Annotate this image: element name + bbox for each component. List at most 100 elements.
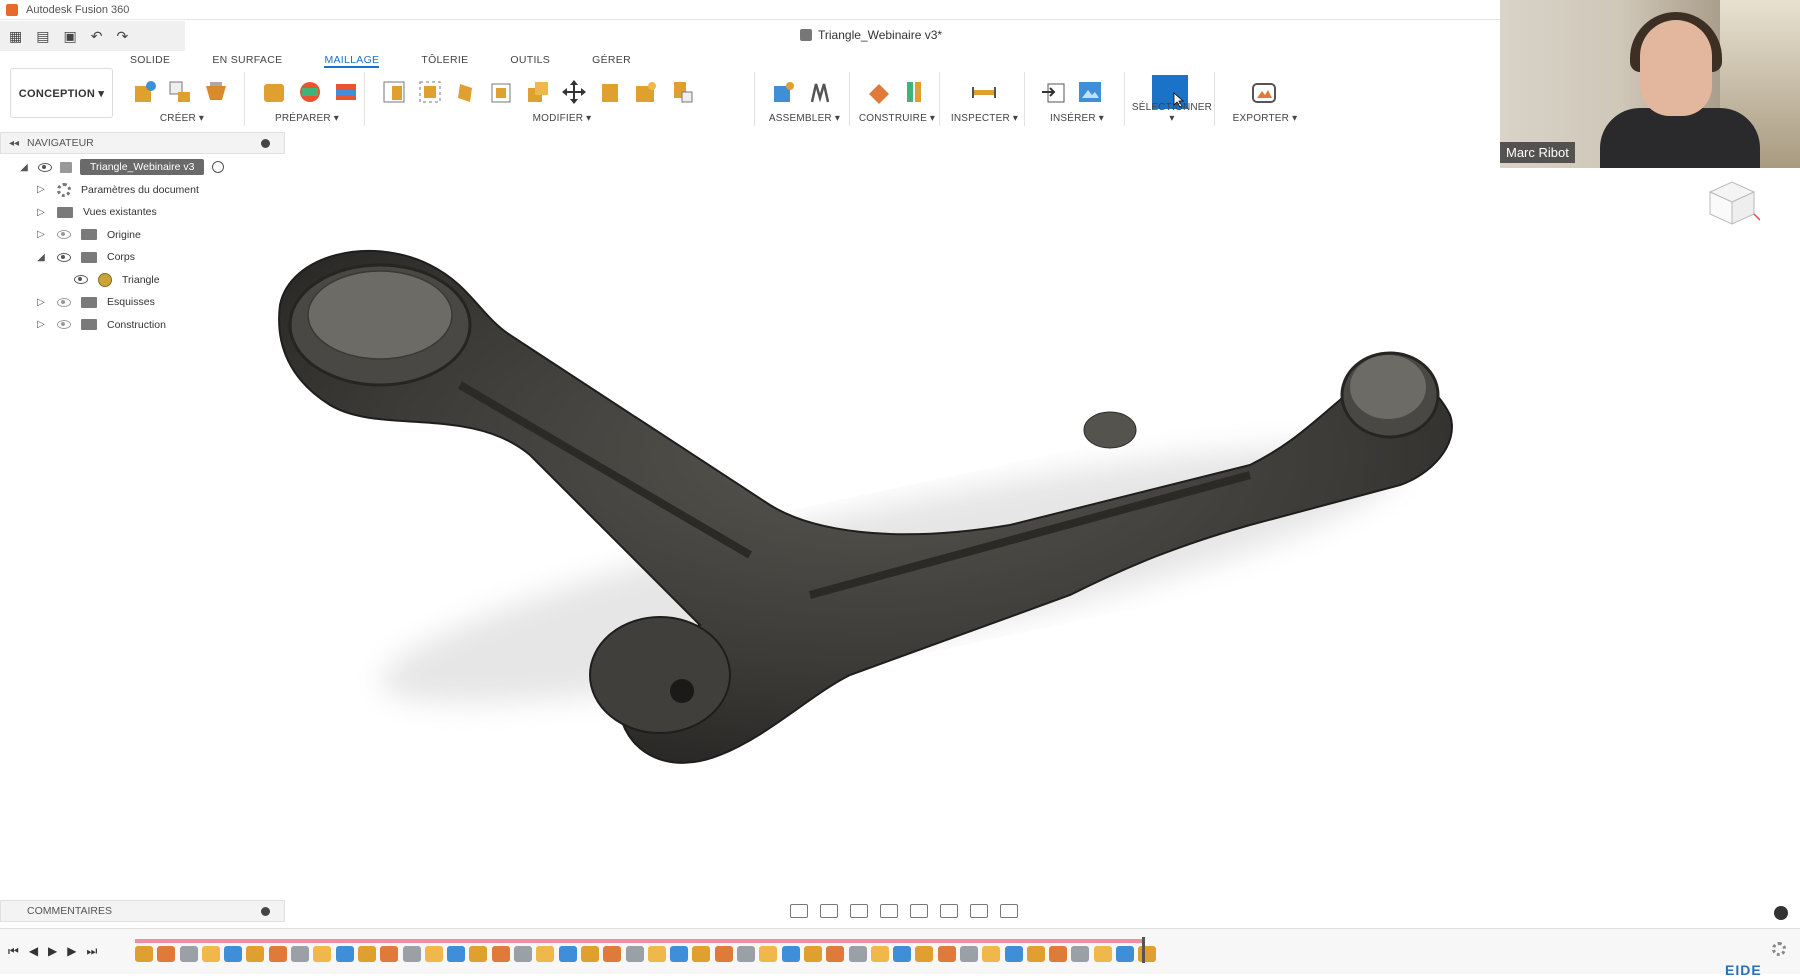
group-prepare-label[interactable]: PRÉPARER ▾ xyxy=(250,113,364,124)
camera-toggle-icon[interactable] xyxy=(1774,906,1788,920)
zoom-icon[interactable] xyxy=(880,904,898,918)
document-tab[interactable]: Triangle_Webinaire v3* xyxy=(800,28,942,42)
orbit-icon[interactable] xyxy=(790,904,808,918)
pan-icon[interactable] xyxy=(850,904,868,918)
activate-radio-icon[interactable] xyxy=(212,161,225,174)
group-construct-label[interactable]: CONSTRUIRE ▾ xyxy=(855,113,939,124)
tree-item-sketches[interactable]: ▷ Esquisses xyxy=(0,291,290,314)
plane-at-angle-icon[interactable] xyxy=(901,78,929,106)
expand-root-icon[interactable]: ◢ xyxy=(18,162,30,173)
app-grid-icon[interactable]: ▦ xyxy=(9,29,22,43)
timeline-feature-icon[interactable] xyxy=(536,946,555,962)
timeline-feature-icon[interactable] xyxy=(268,946,287,962)
step-forward-icon[interactable]: ▶ xyxy=(67,944,76,959)
group-select-label[interactable]: SÉLECTIONNER ▾ xyxy=(1130,102,1214,124)
timeline-feature-icon[interactable] xyxy=(1026,946,1045,962)
tab-en-surface[interactable]: EN SURFACE xyxy=(212,52,282,68)
group-modify-label[interactable]: MODIFIER ▾ xyxy=(370,113,754,124)
timeline-feature-icon[interactable] xyxy=(291,946,310,962)
expand-icon[interactable]: ▷ xyxy=(35,319,47,330)
tab-gerer[interactable]: GÉRER xyxy=(592,52,631,68)
timeline-feature-icon[interactable] xyxy=(380,946,399,962)
plane-cut-icon[interactable] xyxy=(332,78,360,106)
canvas-viewport[interactable] xyxy=(250,155,1650,895)
save-icon[interactable]: ▣ xyxy=(63,29,76,43)
timeline-feature-icon[interactable] xyxy=(826,946,845,962)
timeline-feature-icon[interactable] xyxy=(603,946,622,962)
timeline-feature-icon[interactable] xyxy=(670,946,689,962)
add-comment-icon[interactable] xyxy=(261,907,270,916)
timeline-feature-icon[interactable] xyxy=(915,946,934,962)
group-create-label[interactable]: CRÉER ▾ xyxy=(120,113,244,124)
timeline-feature-icon[interactable] xyxy=(514,946,533,962)
expand-icon[interactable]: ▷ xyxy=(35,229,47,240)
move-copy-icon[interactable] xyxy=(560,78,588,106)
timeline-feature-icon[interactable] xyxy=(647,946,666,962)
visibility-eye-icon[interactable] xyxy=(57,230,71,240)
tree-item-construction[interactable]: ▷ Construction xyxy=(0,314,290,337)
timeline-feature-icon[interactable] xyxy=(937,946,956,962)
display-settings-icon[interactable] xyxy=(940,904,958,918)
visibility-eye-icon[interactable] xyxy=(38,162,52,172)
tab-outils[interactable]: OUTILS xyxy=(510,52,550,68)
go-to-end-icon[interactable]: ⏭ xyxy=(87,944,98,959)
timeline-feature-icon[interactable] xyxy=(893,946,912,962)
timeline-feature-icon[interactable] xyxy=(179,946,198,962)
insert-canvas-icon[interactable] xyxy=(1076,78,1104,106)
collapse-icon[interactable]: ◢ xyxy=(35,252,47,263)
insert-mesh-icon[interactable] xyxy=(1040,78,1068,106)
go-to-start-icon[interactable]: ⏮ xyxy=(8,944,19,959)
tree-item-origin[interactable]: ▷ Origine xyxy=(0,224,290,247)
combine-icon[interactable] xyxy=(524,78,552,106)
group-insert-label[interactable]: INSÉRER ▾ xyxy=(1030,113,1124,124)
smooth-icon[interactable] xyxy=(632,78,660,106)
timeline-feature-icon[interactable] xyxy=(959,946,978,962)
group-assemble-label[interactable]: ASSEMBLER ▾ xyxy=(760,113,849,124)
settings-gear-icon[interactable] xyxy=(1772,942,1786,956)
export-icon[interactable] xyxy=(1250,78,1278,106)
timeline-feature-icon[interactable] xyxy=(201,946,220,962)
offset-plane-icon[interactable] xyxy=(865,78,893,106)
create-form-icon[interactable] xyxy=(130,78,158,106)
timeline-feature-icon[interactable] xyxy=(692,946,711,962)
timeline-feature-icon[interactable] xyxy=(357,946,376,962)
generate-face-groups-icon[interactable] xyxy=(296,78,324,106)
file-menu-icon[interactable]: ▤ xyxy=(36,29,49,43)
timeline-feature-icon[interactable] xyxy=(1093,946,1112,962)
timeline-feature-icon[interactable] xyxy=(737,946,756,962)
comments-panel-header[interactable]: COMMENTAIRES xyxy=(0,900,285,922)
timeline-feature-icon[interactable] xyxy=(447,946,466,962)
undo-icon[interactable]: ↶ xyxy=(91,29,103,43)
create-primitive-icon[interactable] xyxy=(166,78,194,106)
group-inspect-label[interactable]: INSPECTER ▾ xyxy=(945,113,1024,124)
visibility-eye-icon[interactable] xyxy=(57,252,71,262)
remesh-icon[interactable] xyxy=(380,78,408,106)
expand-icon[interactable]: ▷ xyxy=(35,207,47,218)
timeline-feature-icon[interactable] xyxy=(1071,946,1090,962)
tree-item-document-settings[interactable]: ▷ Paramètres du document xyxy=(0,179,290,202)
new-component-icon[interactable] xyxy=(770,78,798,106)
timeline-feature-icon[interactable] xyxy=(224,946,243,962)
repair-mesh-icon[interactable] xyxy=(260,78,288,106)
play-icon[interactable]: ▶ xyxy=(48,944,57,959)
tree-root[interactable]: ◢ Triangle_Webinaire v3 xyxy=(0,156,290,179)
fit-icon[interactable] xyxy=(910,904,928,918)
timeline-feature-icon[interactable] xyxy=(781,946,800,962)
reverse-normal-icon[interactable] xyxy=(668,78,696,106)
timeline-feature-icon[interactable] xyxy=(759,946,778,962)
viewports-icon[interactable] xyxy=(1000,904,1018,918)
timeline-feature-icon[interactable] xyxy=(714,946,733,962)
timeline-feature-icon[interactable] xyxy=(313,946,332,962)
timeline-feature-icon[interactable] xyxy=(982,946,1001,962)
group-export-label[interactable]: EXPORTER ▾ xyxy=(1220,113,1310,124)
timeline-feature-icon[interactable] xyxy=(469,946,488,962)
reduce-icon[interactable] xyxy=(416,78,444,106)
timeline-feature-icon[interactable] xyxy=(1004,946,1023,962)
look-at-icon[interactable] xyxy=(820,904,838,918)
erase-fill-icon[interactable] xyxy=(452,78,480,106)
step-back-icon[interactable]: ◀ xyxy=(29,944,38,959)
tab-solide[interactable]: SOLIDE xyxy=(130,52,170,68)
timeline-feature-icon[interactable] xyxy=(424,946,443,962)
timeline-feature-icon[interactable] xyxy=(558,946,577,962)
tree-item-body-triangle[interactable]: Triangle xyxy=(0,269,290,292)
